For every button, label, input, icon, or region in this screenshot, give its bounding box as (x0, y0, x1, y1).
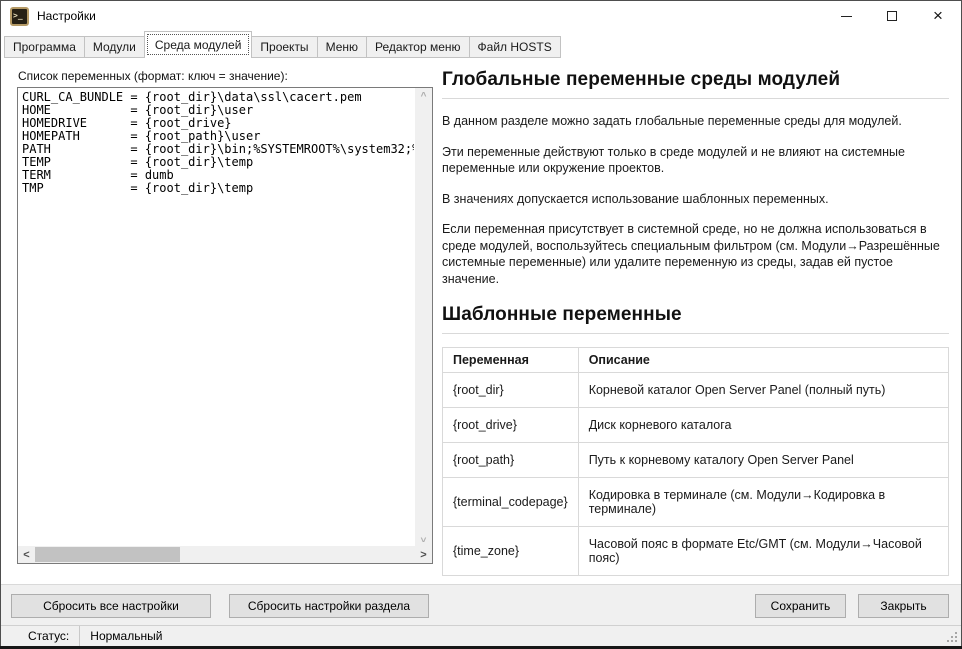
description-cell: Кодировка в терминале (см. Модули→Кодиро… (578, 478, 948, 527)
column-header-variable: Переменная (443, 348, 579, 373)
maximize-icon (887, 11, 897, 21)
terminal-app-icon: >_ (10, 7, 29, 26)
maximize-button[interactable] (869, 1, 915, 31)
tab-sreda-modulej[interactable]: Среда модулей (144, 31, 253, 58)
window-title: Настройки (37, 9, 96, 23)
table-row: {time_zone} Часовой пояс в формате Etc/G… (443, 527, 949, 576)
vertical-scrollbar[interactable]: ^ ^ (415, 88, 432, 546)
tab-fajl-hosts[interactable]: Файл HOSTS (470, 36, 561, 58)
help-paragraph: В данном разделе можно задать глобальные… (442, 113, 949, 130)
horizontal-scroll-thumb[interactable] (35, 547, 180, 562)
help-panel: Глобальные переменные среды модулей В да… (442, 58, 949, 640)
variable-cell: {root_drive} (443, 408, 579, 443)
status-separator (79, 626, 80, 647)
variable-cell: {terminal_codepage} (443, 478, 579, 527)
heading-rule (442, 98, 949, 99)
settings-window: >_ Настройки × Программа Модули Среда мо… (0, 0, 962, 646)
tab-programma[interactable]: Программа (4, 36, 85, 58)
variables-editor[interactable]: CURL_CA_BUNDLE = {root_dir}\data\ssl\cac… (17, 87, 433, 564)
resize-grip-icon[interactable] (955, 640, 957, 642)
template-variables-table: Переменная Описание {root_dir} Корневой … (442, 347, 949, 576)
variable-cell: {root_dir} (443, 373, 579, 408)
minimize-button[interactable] (823, 1, 869, 31)
help-paragraph: В значениях допускается использование ша… (442, 191, 949, 208)
description-cell: Диск корневого каталога (578, 408, 948, 443)
horizontal-scrollbar[interactable]: < > (18, 546, 432, 563)
variable-cell: {root_path} (443, 443, 579, 478)
close-dialog-button[interactable]: Закрыть (858, 594, 949, 618)
variable-cell: {time_zone} (443, 527, 579, 576)
help-paragraph: Эти переменные действуют только в среде … (442, 144, 949, 177)
close-button[interactable]: × (915, 1, 961, 31)
tab-proekty[interactable]: Проекты (252, 36, 317, 58)
scroll-right-icon[interactable]: > (415, 546, 432, 563)
scroll-up-icon[interactable]: ^ (415, 88, 432, 104)
section-heading-template-vars: Шаблонные переменные (442, 303, 949, 327)
help-paragraph: Если переменная присутствует в системной… (442, 221, 949, 287)
tab-menyu[interactable]: Меню (318, 36, 367, 58)
reset-all-settings-button[interactable]: Сбросить все настройки (11, 594, 211, 618)
table-row: {root_path} Путь к корневому каталогу Op… (443, 443, 949, 478)
status-label: Статус: (28, 629, 69, 643)
column-header-description: Описание (578, 348, 948, 373)
status-value: Нормальный (90, 629, 162, 643)
reset-section-settings-button[interactable]: Сбросить настройки раздела (229, 594, 429, 618)
table-row: {root_dir} Корневой каталог Open Server … (443, 373, 949, 408)
close-icon: × (933, 7, 943, 24)
scroll-left-icon[interactable]: < (18, 546, 35, 563)
tab-strip: Программа Модули Среда модулей Проекты М… (1, 31, 961, 58)
minimize-icon (841, 16, 852, 17)
variables-list-label: Список переменных (формат: ключ = значен… (18, 69, 288, 83)
tab-page: Список переменных (формат: ключ = значен… (1, 58, 961, 584)
window-controls: × (823, 1, 961, 31)
variables-text[interactable]: CURL_CA_BUNDLE = {root_dir}\data\ssl\cac… (18, 88, 414, 544)
heading-rule (442, 333, 949, 334)
table-row: {root_drive} Диск корневого каталога (443, 408, 949, 443)
description-cell: Корневой каталог Open Server Panel (полн… (578, 373, 948, 408)
description-cell: Часовой пояс в формате Etc/GMT (см. Моду… (578, 527, 948, 576)
tab-moduli[interactable]: Модули (85, 36, 145, 58)
table-header-row: Переменная Описание (443, 348, 949, 373)
title-bar: >_ Настройки × (1, 1, 961, 31)
table-row: {terminal_codepage} Кодировка в терминал… (443, 478, 949, 527)
description-cell: Путь к корневому каталогу Open Server Pa… (578, 443, 948, 478)
section-heading-global-vars: Глобальные переменные среды модулей (442, 68, 949, 92)
tab-redaktor-menyu[interactable]: Редактор меню (367, 36, 470, 58)
save-button[interactable]: Сохранить (755, 594, 846, 618)
status-bar: Статус: Нормальный (1, 625, 961, 646)
scroll-down-icon[interactable]: ^ (415, 530, 432, 546)
bottom-button-bar: Сбросить все настройки Сбросить настройк… (1, 584, 961, 625)
